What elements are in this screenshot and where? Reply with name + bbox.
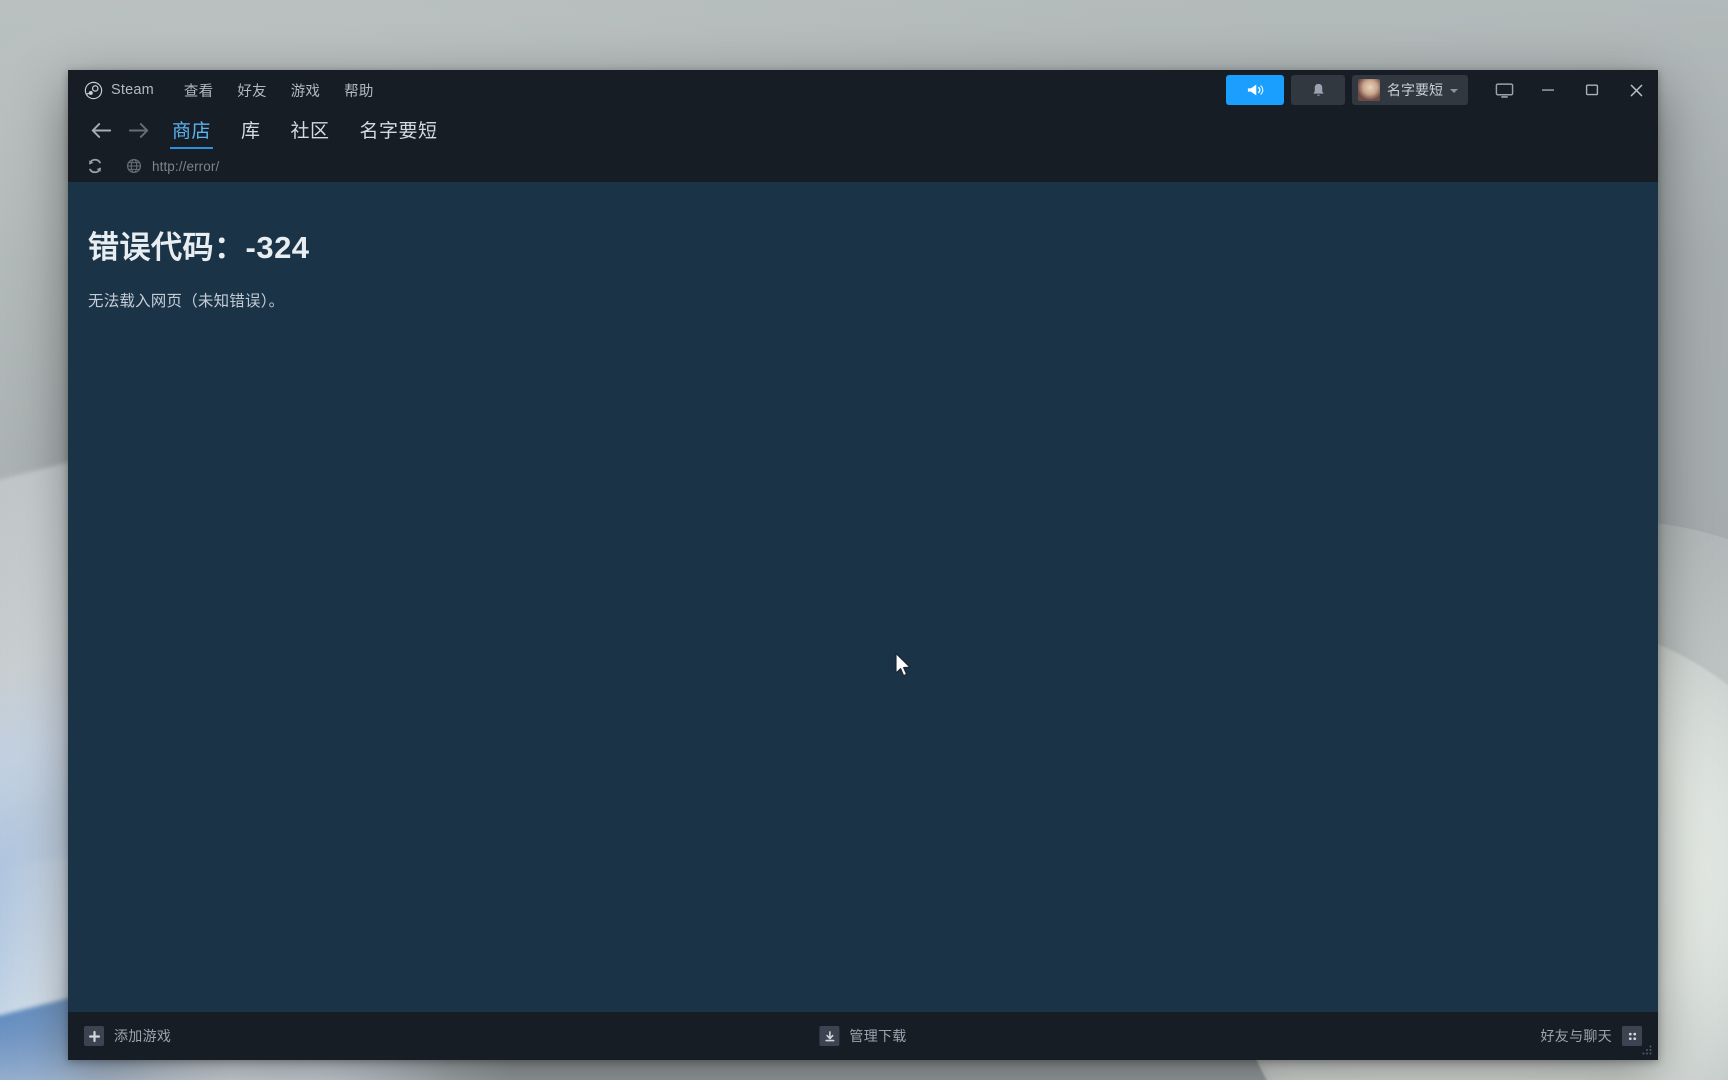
web-page-content: 错误代码：-324 无法载入网页（未知错误）。 bbox=[68, 182, 1658, 1012]
notifications-button[interactable] bbox=[1291, 75, 1345, 105]
tab-profile[interactable]: 名字要短 bbox=[358, 113, 440, 148]
menu-item-view[interactable]: 查看 bbox=[184, 76, 225, 105]
add-game-button[interactable]: 添加游戏 bbox=[84, 1026, 171, 1046]
maximize-icon bbox=[1585, 84, 1599, 96]
menu-bar: Steam 查看 好友 游戏 帮助 名字要短 bbox=[68, 70, 1658, 110]
status-bar: 添加游戏 管理下载 好友与聊天 bbox=[68, 1012, 1658, 1060]
back-button[interactable] bbox=[84, 113, 118, 147]
download-icon bbox=[819, 1026, 840, 1046]
manage-downloads-label: 管理下载 bbox=[849, 1028, 907, 1044]
friends-chat-label: 好友与聊天 bbox=[1540, 1028, 1612, 1044]
menu-item-help[interactable]: 帮助 bbox=[344, 76, 385, 105]
close-button[interactable] bbox=[1614, 70, 1658, 110]
avatar bbox=[1358, 79, 1380, 101]
error-description: 无法载入网页（未知错误）。 bbox=[88, 293, 285, 310]
steam-logo-icon bbox=[84, 81, 103, 99]
friends-icon bbox=[1622, 1026, 1642, 1046]
add-game-label: 添加游戏 bbox=[114, 1028, 172, 1044]
tab-library[interactable]: 库 bbox=[239, 113, 263, 148]
menu-item-friends[interactable]: 好友 bbox=[237, 76, 278, 105]
close-icon bbox=[1630, 84, 1642, 96]
minimize-button[interactable] bbox=[1526, 70, 1570, 110]
plus-square-icon bbox=[84, 1026, 104, 1046]
broadcast-button[interactable] bbox=[1226, 75, 1284, 105]
reload-icon[interactable] bbox=[86, 157, 104, 175]
friends-chat-button[interactable]: 好友与聊天 bbox=[1540, 1026, 1642, 1046]
tab-store[interactable]: 商店 bbox=[170, 113, 214, 149]
navigation-bar: 商店 库 社区 名字要短 bbox=[68, 110, 1658, 150]
arrow-left-icon bbox=[91, 122, 112, 138]
menu-item-games[interactable]: 游戏 bbox=[291, 76, 332, 105]
username-label: 名字要短 bbox=[1387, 82, 1443, 98]
menu-item-steam[interactable]: Steam bbox=[111, 78, 172, 102]
monitor-icon bbox=[1495, 82, 1513, 98]
url-text[interactable]: http://error/ bbox=[152, 159, 219, 174]
desktop-background: Steam 查看 好友 游戏 帮助 名字要短 商店 库 社区 名字要短 http… bbox=[0, 0, 1728, 1080]
resize-grip-icon[interactable] bbox=[1641, 1044, 1653, 1056]
globe-icon bbox=[126, 158, 142, 174]
broadcast-megaphone-icon bbox=[1247, 84, 1264, 96]
address-bar: http://error/ bbox=[68, 150, 1658, 182]
page-title: 错误代码：-324 bbox=[88, 230, 310, 265]
chevron-down-icon bbox=[1450, 89, 1458, 93]
tab-community[interactable]: 社区 bbox=[289, 113, 332, 148]
maximize-button[interactable] bbox=[1570, 70, 1614, 110]
window-header: Steam 查看 好友 游戏 帮助 名字要短 商店 库 社区 名字要短 http… bbox=[68, 70, 1658, 182]
steam-client-window: Steam 查看 好友 游戏 帮助 名字要短 商店 库 社区 名字要短 http… bbox=[68, 70, 1658, 1060]
bell-icon bbox=[1312, 83, 1324, 96]
minimize-icon bbox=[1542, 89, 1554, 91]
arrow-right-icon bbox=[128, 122, 149, 138]
header-right-controls: 名字要短 bbox=[1219, 70, 1658, 110]
manage-downloads-button[interactable]: 管理下载 bbox=[819, 1026, 906, 1046]
user-account-button[interactable]: 名字要短 bbox=[1352, 75, 1468, 105]
display-mode-button[interactable] bbox=[1482, 70, 1526, 110]
forward-button[interactable] bbox=[122, 113, 156, 147]
